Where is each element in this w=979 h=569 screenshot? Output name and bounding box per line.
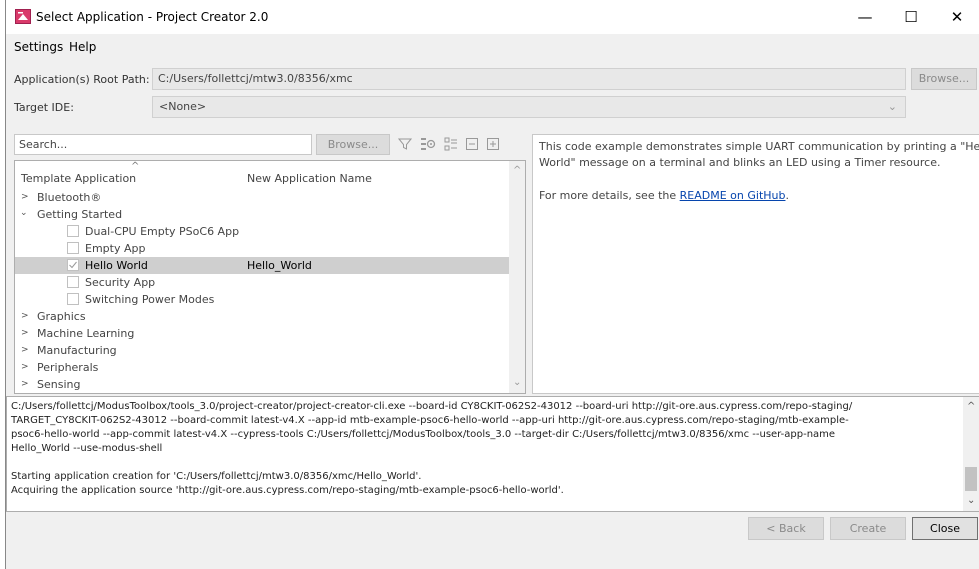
tree-item-label: Machine Learning [37,327,135,340]
checkbox[interactable] [67,276,79,288]
chevron-right-icon[interactable]: > [21,328,29,338]
template-tree: Template Application ^ New Application N… [14,160,526,394]
settings-filter-icon[interactable] [420,136,436,155]
tree-item-label: Bluetooth® [37,191,102,204]
tree-item-label: Empty App [85,242,146,255]
tree-header: Template Application ^ New Application N… [15,161,505,187]
close-window-button[interactable]: ✕ [934,0,979,34]
tree-item-hello-world[interactable]: Hello World Hello_World [15,257,509,274]
chevron-right-icon[interactable]: > [21,345,29,355]
root-path-browse-button[interactable]: Browse... [911,68,977,90]
tree-item-empty-app[interactable]: Empty App [15,240,509,257]
tree-item-dual-cpu[interactable]: Dual-CPU Empty PSoC6 App [15,223,509,240]
close-button[interactable]: Close [912,517,978,540]
column-new-application-name[interactable]: New Application Name [247,172,372,185]
tree-item-bluetooth[interactable]: > Bluetooth® [15,189,509,206]
menu-help[interactable]: Help [69,40,96,54]
tree-item-label: Peripherals [37,361,99,374]
description-details: For more details, see the README on GitH… [539,189,789,202]
console-output[interactable]: C:/Users/follettcj/ModusToolbox/tools_3.… [6,396,979,512]
tree-scrollbar[interactable]: ^ ⌄ [509,161,525,393]
menu-bar: Settings Help [6,34,979,58]
target-ide-value: <None> [159,100,207,113]
minimize-button[interactable]: — [842,0,888,34]
chevron-right-icon[interactable]: > [21,379,29,389]
app-icon [15,9,31,24]
tree-item-label: Sensing [37,378,81,391]
checkbox[interactable] [67,225,79,237]
tree-item-peripherals[interactable]: > Peripherals [15,359,509,376]
project-creator-window: Select Application - Project Creator 2.0… [5,0,979,569]
scroll-down-icon[interactable]: ⌄ [967,495,975,506]
checkbox[interactable] [67,293,79,305]
root-path-label: Application(s) Root Path: [14,73,150,86]
chevron-right-icon[interactable]: > [21,192,29,202]
console-line: Acquiring the application source 'http:/… [11,485,564,496]
sort-up-icon: ^ [131,161,140,172]
description-line-2: World" message on a terminal and blinks … [539,156,941,169]
tree-item-label: Security App [85,276,156,289]
console-line: C:/Users/follettcj/ModusToolbox/tools_3.… [11,401,853,412]
tree-item-graphics[interactable]: > Graphics [15,308,509,325]
tree-item-label: Manufacturing [37,344,117,357]
tree-item-label: Getting Started [37,208,123,221]
window-title: Select Application - Project Creator 2.0 [36,10,269,24]
target-ide-select[interactable]: <None> ⌄ [152,96,906,118]
menu-settings[interactable]: Settings [14,40,63,54]
scroll-thumb[interactable] [965,467,977,491]
expand-all-icon[interactable] [444,137,458,154]
details-suffix: . [785,189,789,202]
console-line: Hello_World --use-modus-shell [11,443,163,454]
chevron-right-icon[interactable]: > [21,311,29,321]
search-browse-button[interactable]: Browse... [316,134,390,155]
scroll-up-icon[interactable]: ^ [513,165,521,176]
tree-item-label: Dual-CPU Empty PSoC6 App [85,225,240,238]
console-line: Starting application creation for 'C:/Us… [11,471,422,482]
filter-icon[interactable] [397,137,413,154]
chevron-down-icon: ⌄ [887,100,897,113]
tree-item-label: Graphics [37,310,86,323]
tree-item-getting-started[interactable]: ⌄ Getting Started [15,206,509,223]
target-ide-label: Target IDE: [14,101,74,114]
collapse-icon[interactable] [465,137,479,154]
console-line: TARGET_CY8CKIT-062S2-43012 --board-commi… [11,415,849,426]
console-scrollbar[interactable]: ^ ⌄ [963,397,979,511]
tree-item-switching-power-modes[interactable]: Switching Power Modes [15,291,509,308]
column-template-application[interactable]: Template Application [21,172,136,185]
readme-link[interactable]: README on GitHub [680,189,786,202]
maximize-button[interactable]: ☐ [888,0,934,34]
checkbox-checked[interactable] [67,259,79,271]
search-input[interactable]: Search... [14,134,312,155]
description-line-1: This code example demonstrates simple UA… [539,140,979,153]
create-button[interactable]: Create [830,517,906,540]
chevron-right-icon[interactable]: > [21,362,29,372]
description-panel: This code example demonstrates simple UA… [532,134,979,394]
tree-item-security-app[interactable]: Security App [15,274,509,291]
tree-item-label: Hello World [85,259,148,272]
root-path-field[interactable]: C:/Users/follettcj/mtw3.0/8356/xmc [152,68,906,90]
tree-item-manufacturing[interactable]: > Manufacturing [15,342,509,359]
new-application-name[interactable]: Hello_World [247,259,312,272]
checkbox[interactable] [67,242,79,254]
tree-item-machine-learning[interactable]: > Machine Learning [15,325,509,342]
search-placeholder: Search... [19,138,68,151]
chevron-down-icon[interactable]: ⌄ [20,208,28,218]
console-line: psoc6-hello-world --app-commit latest-v4… [11,429,836,440]
back-button[interactable]: < Back [748,517,824,540]
tree-item-sensing[interactable]: > Sensing [15,376,509,393]
tree-item-label: Switching Power Modes [85,293,215,306]
details-prefix: For more details, see the [539,189,680,202]
title-bar: Select Application - Project Creator 2.0… [6,0,979,34]
expand-icon[interactable] [486,137,500,154]
scroll-down-icon[interactable]: ⌄ [513,377,521,388]
scroll-up-icon[interactable]: ^ [967,401,975,412]
